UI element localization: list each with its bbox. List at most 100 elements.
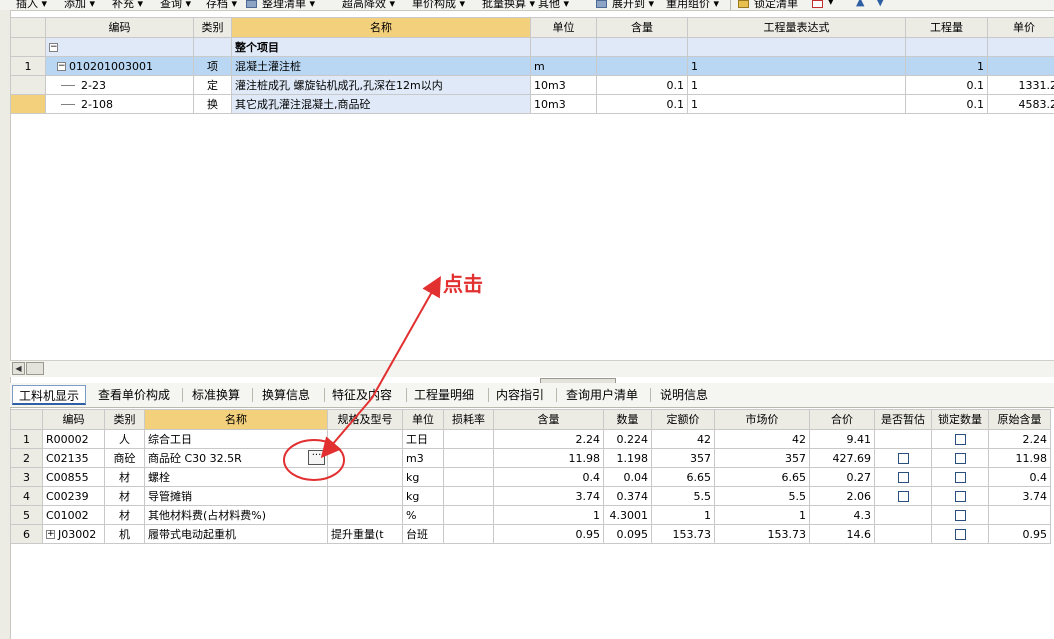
batch-conversion-menu[interactable]: 批量换算 ▾ (482, 0, 535, 10)
header-provisional[interactable]: 是否暂估 (874, 409, 932, 430)
other-menu[interactable]: 其他 ▾ (538, 0, 569, 10)
content-cell[interactable] (596, 37, 688, 57)
color-icon[interactable] (812, 0, 823, 8)
unit-cell[interactable]: kg (402, 486, 444, 506)
code-cell[interactable]: C00855 (42, 467, 105, 487)
add-menu[interactable]: 添加 ▾ (64, 0, 95, 10)
expression-cell[interactable]: 1 (687, 56, 906, 76)
header-original-content[interactable]: 原始含量 (988, 409, 1051, 430)
quantity-cell[interactable]: 0.1 (905, 94, 988, 114)
market-price-cell[interactable]: 6.65 (714, 467, 810, 487)
count-cell[interactable]: 0.224 (603, 429, 652, 449)
original-content-cell[interactable]: 11.98 (988, 448, 1051, 468)
quantity-cell[interactable] (905, 37, 988, 57)
lock-checkbox[interactable] (954, 472, 966, 483)
type-cell[interactable]: 商砼 (104, 448, 145, 468)
name-cell[interactable]: 其它成孔灌注混凝土,商品砼 (231, 94, 531, 114)
table-row[interactable]: 2 C02135 商砼 商品砼 C30 32.5R ··· m3 11.98 1.… (10, 448, 1051, 468)
content-cell[interactable]: 0.1 (596, 75, 688, 95)
table-row-project[interactable]: − 整个项目 (10, 37, 1054, 57)
unit-price-composition-menu[interactable]: 单价构成 ▾ (412, 0, 465, 10)
tab-standard-conversion[interactable]: 标准换算 (186, 385, 246, 405)
code-cell[interactable]: − (45, 37, 194, 57)
unit-cell[interactable] (530, 37, 597, 57)
organize-list-menu[interactable]: 整理清单 ▾ (262, 0, 315, 10)
name-cell[interactable]: 整个项目 (231, 37, 531, 57)
total-cell[interactable]: 0.27 (809, 467, 875, 487)
header-base-price[interactable]: 定额价 (651, 409, 715, 430)
content-cell[interactable]: 3.74 (493, 486, 604, 506)
loss-cell[interactable] (443, 467, 494, 487)
code-cell[interactable]: 2-108 (45, 94, 194, 114)
code-cell[interactable]: −010201003001 (45, 56, 194, 76)
expression-cell[interactable]: 1 (687, 75, 906, 95)
header-type[interactable]: 类别 (104, 409, 145, 430)
unit-cell[interactable]: 10m3 (530, 75, 597, 95)
header-code[interactable]: 编码 (45, 17, 194, 38)
tab-user-list-query[interactable]: 查询用户清单 (560, 385, 644, 405)
count-cell[interactable]: 0.095 (603, 524, 652, 544)
original-content-cell[interactable]: 3.74 (988, 486, 1051, 506)
total-cell[interactable]: 427.69 (809, 448, 875, 468)
loss-cell[interactable] (443, 505, 494, 525)
table-row[interactable]: 3 C00855 材 螺栓 kg 0.4 0.04 6.65 6.65 0.27… (10, 467, 1051, 487)
color-dropdown[interactable]: ▾ (828, 0, 834, 8)
lock-list-button[interactable]: 锁定清单 (754, 0, 798, 10)
header-type[interactable]: 类别 (193, 17, 232, 38)
type-cell[interactable]: 机 (104, 524, 145, 544)
header-loss-rate[interactable]: 损耗率 (443, 409, 494, 430)
expression-cell[interactable] (687, 37, 906, 57)
count-cell[interactable]: 0.04 (603, 467, 652, 487)
market-price-cell[interactable]: 1 (714, 505, 810, 525)
original-content-cell[interactable] (988, 505, 1051, 525)
supplement-menu[interactable]: 补充 ▾ (112, 0, 143, 10)
table-row[interactable]: 4 C00239 材 导管摊销 kg 3.74 0.374 5.5 5.5 2.… (10, 486, 1051, 506)
header-quantity[interactable]: 工程量 (905, 17, 988, 38)
quantity-cell[interactable]: 0.1 (905, 75, 988, 95)
market-price-cell[interactable]: 357 (714, 448, 810, 468)
grid-icon[interactable] (246, 0, 257, 8)
count-cell[interactable]: 4.3001 (603, 505, 652, 525)
table-row[interactable]: 1 R00002 人 综合工日 工日 2.24 0.224 42 42 9.41… (10, 429, 1051, 449)
header-market-price[interactable]: 市场价 (714, 409, 810, 430)
header-lock-quantity[interactable]: 锁定数量 (931, 409, 989, 430)
header-count[interactable]: 数量 (603, 409, 652, 430)
header-total[interactable]: 合价 (809, 409, 875, 430)
code-cell[interactable]: + J03002 (42, 524, 105, 544)
type-cell[interactable]: 项 (193, 56, 232, 76)
table-row-quota[interactable]: 2-108 换 其它成孔灌注混凝土,商品砼 10m3 0.1 1 0.1 458… (10, 94, 1054, 114)
expression-cell[interactable]: 1 (687, 94, 906, 114)
table-row-bill-item[interactable]: 1 −010201003001 项 混凝土灌注桩 m 1 1 (10, 56, 1054, 76)
lock-checkbox[interactable] (954, 434, 966, 445)
unit-cell[interactable]: m (530, 56, 597, 76)
type-cell[interactable]: 换 (193, 94, 232, 114)
content-cell[interactable]: 0.1 (596, 94, 688, 114)
loss-cell[interactable] (443, 524, 494, 544)
price-cell[interactable]: 1331.2 (987, 75, 1054, 95)
code-cell[interactable]: C02135 (42, 448, 105, 468)
spec-cell[interactable] (327, 448, 403, 468)
header-code[interactable]: 编码 (42, 409, 105, 430)
market-price-cell[interactable]: 5.5 (714, 486, 810, 506)
spec-cell[interactable]: 提升重量(t (327, 524, 403, 544)
base-price-cell[interactable]: 42 (651, 429, 715, 449)
scroll-thumb[interactable] (26, 362, 44, 375)
tab-description[interactable]: 说明信息 (654, 385, 714, 405)
content-cell[interactable]: 1 (493, 505, 604, 525)
total-cell[interactable]: 9.41 (809, 429, 875, 449)
scroll-left-icon[interactable]: ◀ (12, 362, 25, 375)
unit-cell[interactable]: m3 (402, 448, 444, 468)
price-cell[interactable]: 4583.2 (987, 94, 1054, 114)
provisional-checkbox[interactable] (897, 453, 909, 464)
table-row-quota[interactable]: 2-23 定 灌注桩成孔 螺旋钻机成孔,孔深在12m以内 10m3 0.1 1 … (10, 75, 1054, 95)
height-efficiency-menu[interactable]: 超高降效 ▾ (342, 0, 395, 10)
base-price-cell[interactable]: 6.65 (651, 467, 715, 487)
header-unit-price[interactable]: 单价 (987, 17, 1054, 38)
type-cell[interactable]: 人 (104, 429, 145, 449)
type-cell[interactable]: 材 (104, 505, 145, 525)
spec-cell[interactable] (327, 429, 403, 449)
unit-cell[interactable]: kg (402, 467, 444, 487)
lock-checkbox[interactable] (954, 529, 966, 540)
code-cell[interactable]: C00239 (42, 486, 105, 506)
header-name[interactable]: 名称 (144, 409, 328, 430)
